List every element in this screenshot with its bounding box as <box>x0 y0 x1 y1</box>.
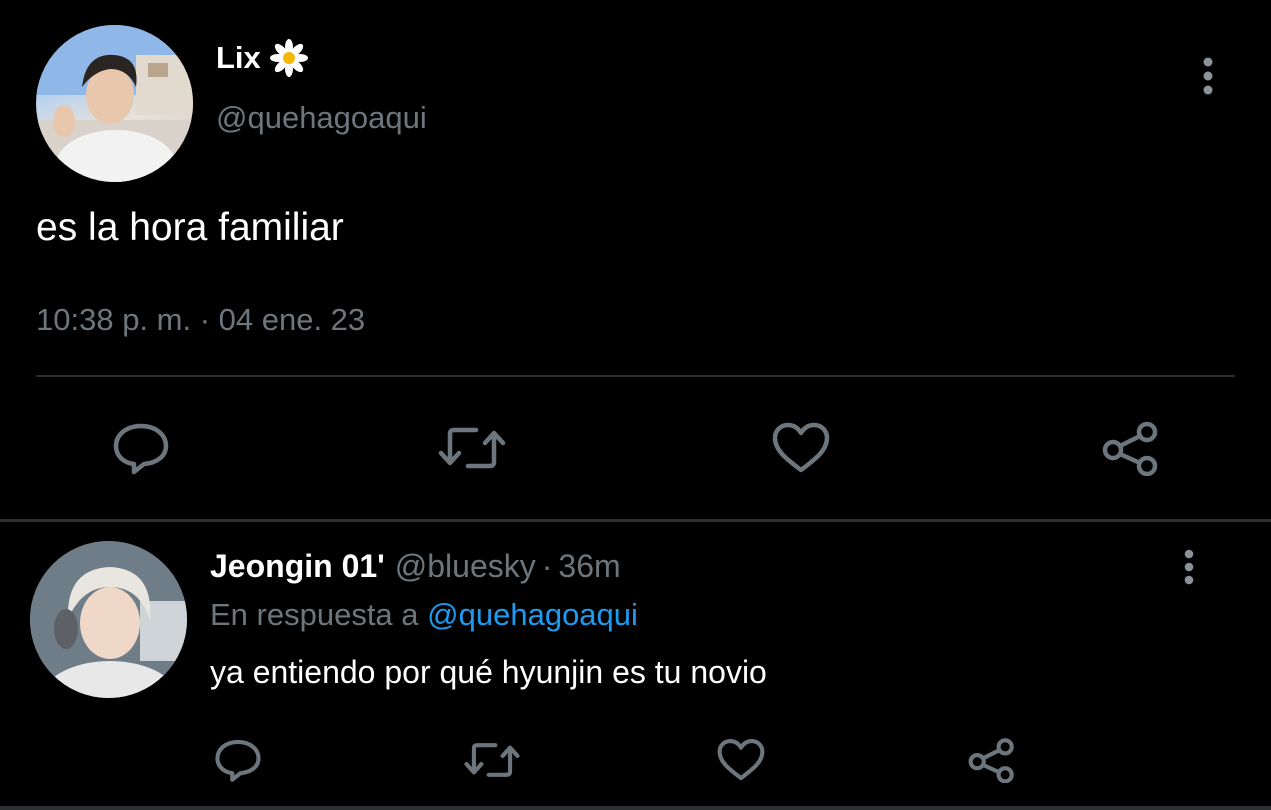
retweet-icon <box>462 737 522 783</box>
like-button[interactable] <box>770 420 832 476</box>
display-name: Lix <box>216 40 261 75</box>
like-icon <box>770 420 832 476</box>
reply-handle[interactable]: @bluesky <box>395 548 536 585</box>
reply-text: ya entiendo por qué hyunjin es tu novio <box>210 654 767 690</box>
reply-button[interactable] <box>110 420 172 476</box>
avatar-main-author[interactable] <box>36 25 193 182</box>
daisy-flower-icon <box>269 38 309 78</box>
reply-like-button[interactable] <box>715 737 767 783</box>
like-icon <box>715 737 767 783</box>
bottom-divider <box>0 806 1271 810</box>
separator-dot: · <box>541 548 553 584</box>
reply-share-button[interactable] <box>966 737 1018 783</box>
reply-icon <box>110 420 172 476</box>
tweet-text: es la hora familiar <box>36 206 344 249</box>
reply-header: Jeongin 01' @bluesky · 36m <box>210 548 621 585</box>
section-divider <box>0 519 1271 522</box>
share-icon <box>966 737 1018 783</box>
retweet-icon <box>436 420 508 476</box>
in-reply-to-label: En respuesta a <box>210 597 419 632</box>
reply-icon <box>212 737 264 783</box>
share-icon <box>1100 420 1162 476</box>
main-author-handle[interactable]: @quehagoaqui <box>216 100 427 136</box>
reply-retweet-button[interactable] <box>462 737 522 783</box>
main-author-name[interactable]: Lix <box>216 38 309 78</box>
retweet-button[interactable] <box>436 420 508 476</box>
avatar-reply-author[interactable] <box>30 541 187 698</box>
tweet-timestamp[interactable]: 10:38 p. m. · 04 ene. 23 <box>36 302 365 338</box>
share-button[interactable] <box>1100 420 1162 476</box>
in-reply-to-handle-link[interactable]: @quehagoaqui <box>427 597 638 632</box>
divider <box>36 375 1235 377</box>
more-vertical-icon[interactable] <box>1194 55 1222 97</box>
reply-time[interactable]: 36m <box>558 548 620 585</box>
in-reply-to: En respuesta a @quehagoaqui <box>210 597 638 633</box>
reply-display-name[interactable]: Jeongin 01' <box>210 548 385 585</box>
reply-reply-button[interactable] <box>212 737 264 783</box>
more-vertical-icon[interactable] <box>1176 547 1202 587</box>
